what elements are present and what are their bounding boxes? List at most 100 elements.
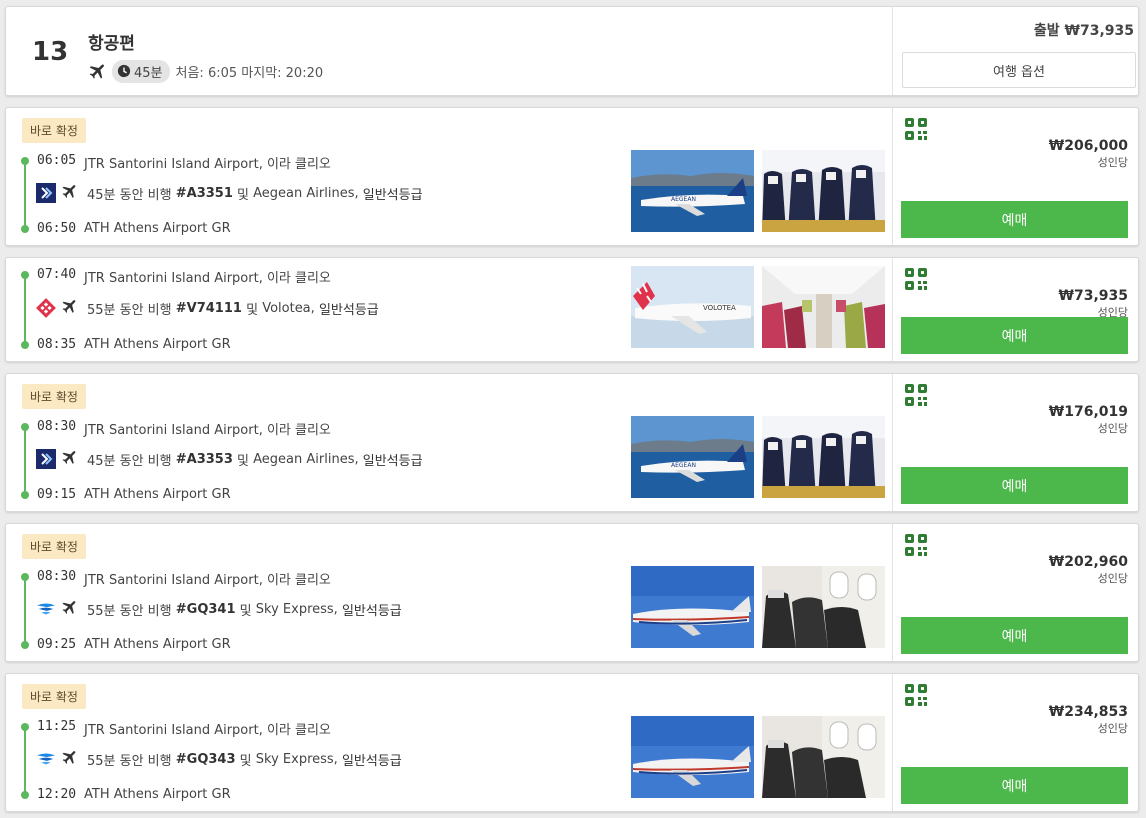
header-right-panel: 출발 ₩73,935 여행 옵션 (892, 7, 1138, 95)
price-from: 출발 ₩73,935 (1033, 23, 1134, 39)
departure-airport: JTR Santorini Island Airport, 이라 클리오 (84, 423, 331, 438)
book-button[interactable]: 예매 (901, 467, 1128, 504)
per-adult-label: 성인당 (1097, 572, 1128, 585)
timeline-dot-arrival (21, 341, 29, 349)
departure-time: 06:05 (37, 153, 77, 168)
price-panel: ₩176,019 성인당예매 (892, 374, 1138, 511)
aircraft-photo[interactable]: VOLOTEA (631, 266, 754, 348)
price-panel: ₩206,000 성인당예매 (892, 108, 1138, 245)
timeline-dot-departure (21, 723, 29, 731)
instant-confirm-badge: 바로 확정 (22, 684, 86, 709)
book-button[interactable]: 예매 (901, 617, 1128, 654)
book-button[interactable]: 예매 (901, 201, 1128, 238)
departure-time: 08:30 (37, 419, 77, 434)
departure-airport: JTR Santorini Island Airport, 이라 클리오 (84, 271, 331, 286)
flight-card: 07:40 JTR Santorini Island Airport, 이라 클리… (5, 257, 1139, 362)
duration-pill: 45분 (112, 59, 170, 83)
airline-name: Sky Express, (255, 601, 338, 617)
instant-confirm-badge: 바로 확정 (22, 384, 86, 409)
flight-card: 바로 확정 06:05 JTR Santorini Island Airport, … (5, 107, 1139, 246)
arrival-airport: ATH Athens Airport GR (84, 787, 231, 802)
and-text: 및 (237, 187, 249, 203)
price-panel: ₩234,853 성인당 예매 (892, 674, 1138, 811)
flight-info: 45분 동안 비행 #A3353 및 Aegean Airlines, 일반석등… (36, 448, 423, 470)
aircraft-photo[interactable] (631, 566, 754, 648)
qr-code-icon (905, 118, 927, 144)
svg-text:AEGEAN: AEGEAN (671, 196, 696, 203)
timeline-line (24, 161, 26, 229)
flight-count: 13 (32, 37, 69, 67)
qr-code-icon (905, 684, 927, 710)
timeline-dot-arrival (21, 225, 29, 233)
price-panel: ₩73,935 성인당 예매 (892, 258, 1138, 361)
instant-confirm-badge: 바로 확정 (22, 118, 86, 143)
arrival-time: 12:20 (37, 787, 77, 802)
cabin-class: 일반석등급 (341, 603, 402, 619)
price: ₩206,000 (1048, 138, 1128, 154)
duration-text: 45분 (134, 65, 163, 81)
price: ₩202,960 (1048, 554, 1128, 570)
cabin-class: 일반석등급 (362, 187, 423, 203)
arrival-airport: ATH Athens Airport GR (84, 221, 231, 236)
arrival-time: 09:15 (37, 487, 77, 502)
timeline-dot-departure (21, 271, 29, 279)
arrival-airport: ATH Athens Airport GR (84, 487, 231, 502)
flight-duration-text: 55분 동안 비행 (87, 603, 172, 619)
and-text: 및 (237, 453, 249, 469)
cabin-class: 일반석등급 (341, 753, 402, 769)
book-button[interactable]: 예매 (901, 767, 1128, 804)
flight-group-header: 13 항공편 45분 처음: 6:05 마지막: 20:20 출발 ₩73,93… (5, 6, 1139, 96)
flight-number: #V74111 (175, 300, 242, 316)
timeline-dot-arrival (21, 641, 29, 649)
cabin-class: 일반석등급 (362, 453, 423, 469)
flight-duration-text: 45분 동안 비행 (87, 453, 172, 469)
book-button[interactable]: 예매 (901, 317, 1128, 354)
departure-airport: JTR Santorini Island Airport, 이라 클리오 (84, 157, 331, 172)
timeline-dot-departure (21, 157, 29, 165)
cabin-photo[interactable] (762, 566, 885, 648)
cabin-photo[interactable] (762, 266, 885, 348)
aircraft-photo[interactable]: AEGEAN (631, 416, 754, 498)
cabin-photo[interactable] (762, 716, 885, 798)
and-text: 및 (239, 603, 252, 619)
aircraft-photo[interactable]: AEGEAN (631, 150, 754, 232)
flight-info: 55분 동안 비행 #GQ343 및 Sky Express, 일반석등급 (36, 748, 402, 770)
cabin-photo[interactable] (762, 416, 885, 498)
svg-text:AEGEAN: AEGEAN (671, 462, 696, 469)
qr-code-icon (905, 268, 927, 294)
arrival-time: 06:50 (37, 221, 77, 236)
plane-icon (61, 448, 79, 470)
departure-time: 11:25 (37, 719, 77, 734)
airline-name: Aegean Airlines, (253, 185, 359, 201)
timeline-dot-departure (21, 423, 29, 431)
travel-options-button[interactable]: 여행 옵션 (902, 52, 1136, 88)
flight-number: #GQ341 (175, 601, 236, 617)
price: ₩176,019 (1048, 404, 1128, 420)
flight-number: #A3351 (175, 185, 233, 201)
plane-icon (88, 61, 108, 81)
timeline-line (24, 275, 26, 345)
flight-info: 55분 동안 비행 #V74111 및 Volotea, 일반석등급 (36, 297, 379, 319)
section-title: 항공편 (88, 34, 135, 54)
price: ₩234,853 (1048, 704, 1128, 720)
departure-time: 08:30 (37, 569, 77, 584)
per-adult-label: 성인당 (1097, 156, 1128, 169)
flight-info: 55분 동안 비행 #GQ341 및 Sky Express, 일반석등급 (36, 598, 402, 620)
arrival-time: 09:25 (37, 637, 77, 652)
airline-logo-icon (36, 298, 56, 318)
cabin-photo[interactable] (762, 150, 885, 232)
flight-card: 바로 확정 08:30 JTR Santorini Island Airport, … (5, 523, 1139, 662)
time-range: 처음: 6:05 마지막: 20:20 (175, 65, 324, 81)
instant-confirm-badge: 바로 확정 (22, 534, 86, 559)
plane-icon (61, 598, 79, 620)
timeline-line (24, 727, 26, 795)
header-meta: 45분 처음: 6:05 마지막: 20:20 (88, 59, 323, 83)
flight-duration-text: 55분 동안 비행 (87, 302, 172, 318)
airline-logo-icon (36, 749, 56, 769)
plane-icon (61, 297, 79, 319)
qr-code-icon (905, 534, 927, 560)
per-adult-label: 성인당 (1097, 422, 1128, 435)
flight-card: 바로 확정 08:30 JTR Santorini Island Airport, … (5, 373, 1139, 512)
cabin-class: 일반석등급 (318, 302, 379, 318)
aircraft-photo[interactable] (631, 716, 754, 798)
